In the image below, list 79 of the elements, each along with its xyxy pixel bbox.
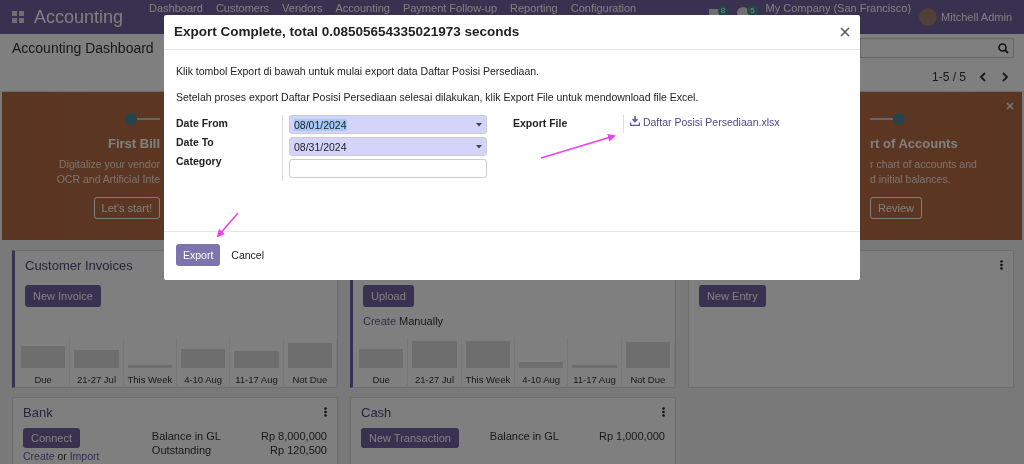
card-title[interactable]: Bank [23,404,53,420]
date-field[interactable]: 08/01/2024 [289,115,487,134]
field-label: Export File [513,116,569,129]
step-description: d initial balances. [870,172,951,187]
card-button[interactable]: New Invoice [25,285,101,307]
card-button[interactable]: Upload [363,285,414,307]
dialog-title: Export Complete, total 0.08505654335021973 seconds [174,24,520,39]
app-grid-icon[interactable] [12,11,24,23]
bar-label: This Week [126,373,174,387]
balance-value: Rp 8,000,000 [260,430,327,442]
bar-label: 21-27 Jul [75,373,118,387]
pager-value: 1-5 / 5 [931,70,966,84]
menu-item[interactable]: Dashboard [149,2,203,14]
step-button[interactable]: Let's start! [93,197,160,219]
annotation-arrow [216,212,239,238]
step-progress-drawing [870,112,906,126]
menu-item[interactable]: Configuration [570,2,637,14]
step-button[interactable]: Review [870,197,923,219]
menu-item[interactable]: Payment Follow-up [402,2,498,14]
bar-label: 11-17 Aug [572,373,617,387]
search-field[interactable] [860,38,1014,58]
card-button[interactable]: New Transaction [361,428,459,448]
menu-item[interactable]: Customers [215,2,270,14]
balance-label: Balance in GL [489,430,559,442]
caret-icon[interactable] [476,122,482,127]
card-button[interactable]: New Entry [699,285,766,307]
date-field[interactable]: 08/31/2024 [289,137,487,156]
bar-label: Due [33,373,53,387]
menu-item[interactable]: Reporting [510,2,558,14]
balance-label: Balance in GL [151,430,221,442]
card-button[interactable]: Connect [23,428,80,448]
balance-label: Outstanding [151,444,213,456]
step-description: OCR and Artificial Inte [56,172,160,187]
field-label: Date To [176,136,215,148]
kebab-menu-icon[interactable] [324,407,327,417]
step-description: r chart of accounts and [870,157,977,172]
field-label: Category [176,155,223,167]
bar-label: 4-10 Aug [183,373,224,387]
app-name: Accounting [34,6,124,28]
company-switcher[interactable]: My Company (San Francisco) [765,2,912,14]
import-link[interactable]: Import [69,450,100,462]
download-icon[interactable] [630,116,640,126]
export-button[interactable]: Export [176,244,221,266]
bar-label: This Week [464,373,512,387]
previous-icon[interactable] [978,72,988,82]
or-label: or [57,450,67,462]
step-description: Digitalize your vendor [59,157,160,172]
user-menu[interactable]: Mitchell Admin [941,11,1012,23]
create-link[interactable]: Create [23,450,55,462]
kebab-menu-icon[interactable] [662,407,665,417]
search-icon[interactable] [998,42,1009,54]
card-title[interactable]: Customer Invoices [25,257,133,273]
close-icon[interactable] [840,26,850,37]
category-field[interactable] [289,159,487,178]
balance-value: Rp 1,000,000 [598,430,665,442]
menu-item[interactable]: Vendors [282,2,323,14]
next-icon[interactable] [1000,72,1010,82]
step-title: rt of Accounts [870,136,958,151]
field-label: Date From [176,117,229,129]
card-title[interactable]: Cash [361,404,392,420]
kebab-menu-icon[interactable] [1000,260,1003,270]
bar-label: Not Due [629,373,667,387]
page-title: Accounting Dashboard [12,40,154,56]
create-label: Manually [399,315,444,327]
download-link[interactable]: Daftar Posisi Persediaan.xlsx [630,116,780,128]
cancel-button[interactable]: Cancel [224,244,272,266]
bar-label: Not Due [291,373,329,387]
bar-label: 11-17 Aug [234,373,279,387]
bar-label: 4-10 Aug [521,373,562,387]
bar-label: Due [371,373,391,387]
menu-item[interactable]: Accounting [335,2,390,14]
caret-icon[interactable] [476,144,482,149]
step-title: First Bill [108,136,160,151]
balance-value: Rp 120,500 [269,444,327,456]
create-link[interactable]: Create [363,315,397,327]
dialog-message: Setelah proses export Daftar Posisi Persediaan selesai dilakukan, klik Export File untuk mendownload file Excel. [176,91,700,103]
dialog-message: Klik tombol Export di bawah untuk mulai export data Daftar Posisi Persediaan. [176,65,541,77]
bar-label: 21-27 Jul [413,373,456,387]
step-progress-drawing [124,112,160,126]
